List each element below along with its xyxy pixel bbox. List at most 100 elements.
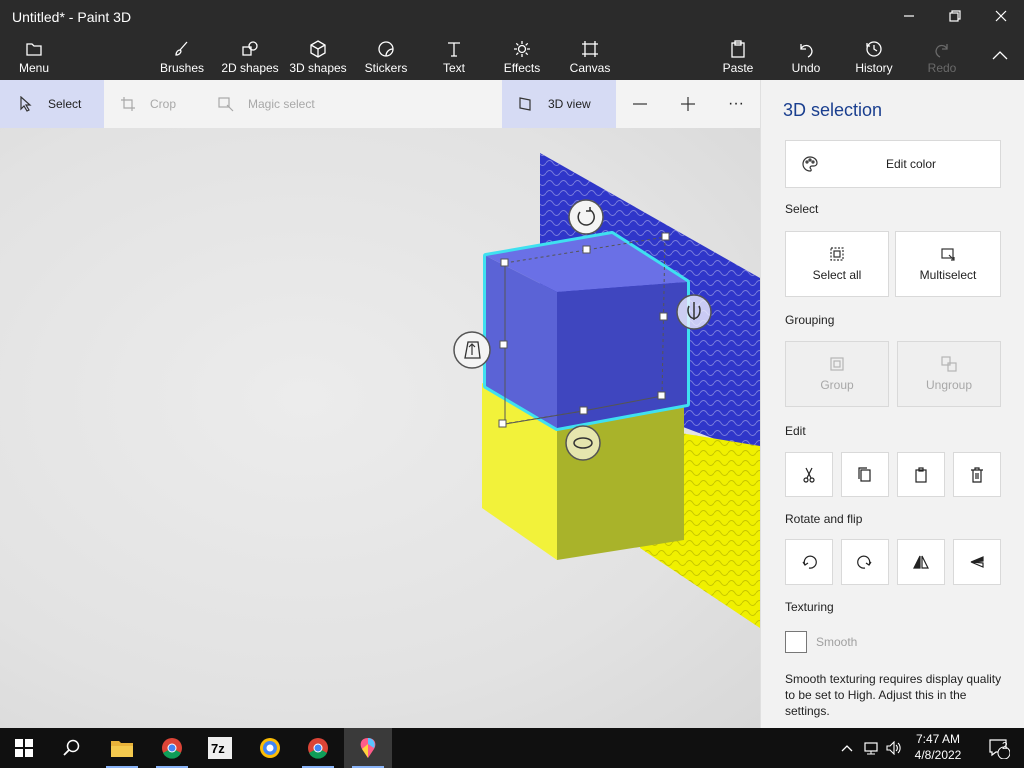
flip-vertical-button[interactable]	[953, 539, 1001, 585]
undo-icon	[800, 44, 813, 58]
stickers-button[interactable]: Stickers	[360, 32, 412, 80]
action-center-button[interactable]: 2	[978, 728, 1020, 768]
group-button[interactable]: Group	[785, 341, 889, 407]
magic-select-tool[interactable]: Magic select	[204, 80, 334, 128]
copy-button[interactable]	[841, 452, 889, 497]
select-section-label: Select	[785, 202, 819, 216]
brushes-label: Brushes	[159, 61, 205, 75]
taskbar-7zip[interactable]: 7z	[196, 728, 244, 768]
selection-panel: 3D selection Edit color Select Select al…	[760, 80, 1024, 728]
minimize-button[interactable]	[886, 0, 932, 32]
3d-shapes-button[interactable]: 3D shapes	[288, 32, 348, 80]
text-button[interactable]: Text	[432, 32, 476, 80]
rotate-y-handle[interactable]	[676, 294, 712, 330]
group-label: Group	[820, 378, 854, 392]
depth-handle[interactable]	[453, 331, 491, 369]
chevron-up-icon	[841, 745, 853, 752]
3d-shapes-label: 3D shapes	[289, 61, 347, 75]
flip-vertical-icon	[970, 556, 984, 568]
show-hidden-icons-button[interactable]	[836, 728, 858, 768]
window-title: Untitled* - Paint 3D	[12, 9, 132, 25]
2d-shapes-label: 2D shapes	[221, 61, 279, 75]
ellipsis-icon: ···	[728, 95, 744, 112]
flip-horizontal-button[interactable]	[897, 539, 945, 585]
sticker-icon	[378, 41, 394, 57]
taskbar-chrome-2[interactable]	[294, 728, 342, 768]
paste-label: Paste	[722, 61, 754, 75]
multiselect-label: Multiselect	[919, 268, 977, 282]
3d-view-label: 3D view	[548, 97, 591, 111]
restore-button[interactable]	[932, 0, 978, 32]
blue-cube	[483, 231, 690, 431]
cursor-icon	[20, 96, 32, 112]
taskbar-paint3d[interactable]	[344, 728, 392, 768]
zoom-in-button[interactable]	[666, 80, 710, 128]
taskbar-file-explorer[interactable]	[98, 728, 146, 768]
select-all-button[interactable]: Select all	[785, 231, 889, 297]
select-tool[interactable]: Select	[0, 80, 104, 128]
3d-view-icon	[519, 97, 531, 111]
history-button[interactable]: History	[850, 32, 898, 80]
start-button[interactable]	[0, 728, 48, 768]
plus-icon	[681, 97, 695, 111]
rotate-z-handle[interactable]	[568, 199, 604, 235]
edit-color-button[interactable]: Edit color	[785, 140, 1001, 188]
canvas-button[interactable]: Canvas	[566, 32, 614, 80]
redo-button[interactable]: Redo	[920, 32, 964, 80]
2d-shapes-button[interactable]: 2D shapes	[220, 32, 280, 80]
edit-section-label: Edit	[785, 424, 806, 438]
taskbar-chrome-1[interactable]	[148, 728, 196, 768]
smooth-checkbox[interactable]	[785, 631, 807, 653]
3d-view-toggle[interactable]: 3D view	[502, 80, 616, 128]
2d-shapes-icon	[242, 41, 258, 56]
minimize-icon	[904, 15, 914, 17]
rotate-x-handle[interactable]	[565, 425, 601, 461]
rotate-left-icon	[802, 555, 817, 569]
copy-icon	[858, 466, 871, 482]
minus-icon	[633, 103, 647, 105]
close-button[interactable]	[978, 0, 1024, 32]
rotate-right-icon	[857, 555, 872, 569]
history-icon	[866, 41, 882, 57]
3d-shapes-icon	[310, 40, 326, 58]
undo-button[interactable]: Undo	[784, 32, 828, 80]
texturing-note: Smooth texturing requires display qualit…	[785, 672, 1002, 718]
more-options-button[interactable]: ···	[714, 80, 758, 128]
edit-color-label: Edit color	[886, 157, 937, 171]
file-explorer-icon	[111, 741, 133, 757]
effects-label: Effects	[503, 61, 541, 75]
canvas-area[interactable]	[0, 128, 760, 728]
menu-button[interactable]: Menu	[10, 32, 58, 80]
crop-icon	[121, 97, 135, 111]
7zip-icon: 7z	[208, 737, 232, 759]
crop-tool[interactable]: Crop	[106, 80, 198, 128]
ungroup-button[interactable]: Ungroup	[897, 341, 1001, 407]
delete-button[interactable]	[953, 452, 1001, 497]
rotate-left-button[interactable]	[785, 539, 833, 585]
canvas-icon	[582, 41, 598, 57]
cut-button[interactable]	[785, 452, 833, 497]
paste-panel-button[interactable]	[897, 452, 945, 497]
network-button[interactable]	[860, 728, 882, 768]
chrome-icon	[162, 738, 182, 759]
select-tool-label: Select	[48, 97, 82, 111]
history-label: History	[855, 61, 893, 75]
multiselect-button[interactable]: Multiselect	[895, 231, 1001, 297]
paste-button[interactable]: Paste	[716, 32, 760, 80]
smooth-label: Smooth	[816, 635, 858, 649]
scissors-icon	[803, 467, 815, 483]
chrome-icon	[308, 738, 328, 759]
effects-button[interactable]: Effects	[498, 32, 546, 80]
rotate-right-button[interactable]	[841, 539, 889, 585]
zoom-out-button[interactable]	[618, 80, 662, 128]
select-all-icon	[830, 247, 844, 261]
folder-icon	[26, 43, 42, 56]
brushes-button[interactable]: Brushes	[156, 32, 208, 80]
search-button[interactable]	[48, 728, 96, 768]
network-icon	[864, 742, 878, 755]
collapse-ribbon-button[interactable]	[980, 32, 1020, 80]
text-label: Text	[442, 61, 465, 75]
svg-text:7z: 7z	[211, 741, 225, 756]
taskbar-brave[interactable]	[246, 728, 294, 768]
clock[interactable]: 7:47 AM 4/8/2022	[900, 731, 976, 763]
